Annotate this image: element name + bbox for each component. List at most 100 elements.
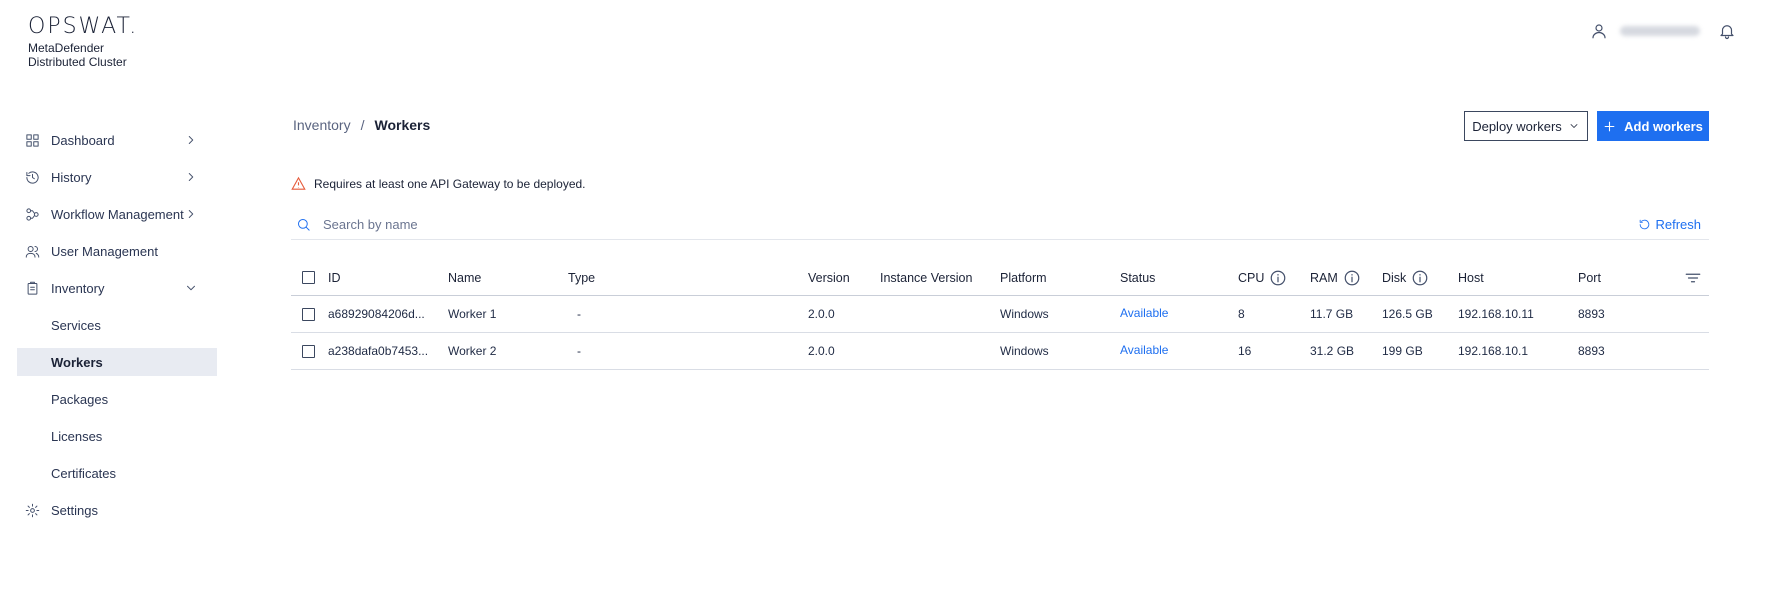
deploy-workers-label: Deploy workers	[1472, 118, 1562, 134]
breadcrumb-current: Workers	[374, 117, 431, 133]
sidebar-item-label: Inventory	[51, 280, 105, 296]
refresh-label: Refresh	[1655, 217, 1701, 232]
row-checkbox[interactable]	[302, 307, 315, 321]
breadcrumb-separator: /	[360, 117, 365, 133]
cell-version: 2.0.0	[808, 307, 835, 321]
row-select-cell	[302, 333, 315, 369]
column-header-ram-label: RAM	[1310, 270, 1338, 285]
column-header-port[interactable]: Port	[1578, 260, 1601, 295]
cell-type: -	[577, 307, 581, 321]
info-icon[interactable]	[1269, 269, 1287, 287]
breadcrumb-inventory[interactable]: Inventory	[293, 117, 351, 133]
sidebar-subitem-workers[interactable]: Workers	[17, 348, 217, 376]
sidebar-item-user-management[interactable]: User Management	[17, 237, 217, 265]
cell-port: 8893	[1578, 307, 1605, 321]
cell-ram: 31.2 GB	[1310, 344, 1355, 358]
cell-disk: 199 GB	[1382, 344, 1423, 358]
cell-id: a238dafa0b7453...	[328, 344, 429, 358]
column-header-platform[interactable]: Platform	[1000, 260, 1047, 295]
sidebar-item-dashboard[interactable]: Dashboard	[17, 126, 217, 154]
table-row[interactable]: a68929084206d... Worker 1 - 2.0.0 Window…	[291, 296, 1709, 333]
bell-icon	[1720, 25, 1734, 40]
table-header-row: ID Name Type Version Instance Version Pl…	[291, 260, 1709, 296]
cell-version: 2.0.0	[808, 344, 835, 358]
sidebar: Dashboard History Workflow Management Us…	[17, 126, 217, 533]
column-header-host[interactable]: Host	[1458, 260, 1484, 295]
sidebar-item-label: User Management	[51, 243, 158, 259]
cell-platform: Windows	[1000, 344, 1049, 358]
warning-banner: Requires at least one API Gateway to be …	[291, 176, 586, 191]
column-header-cpu[interactable]: CPU	[1238, 260, 1287, 295]
user-name-redacted	[1620, 26, 1700, 36]
column-header-instance-version[interactable]: Instance Version	[880, 260, 972, 295]
add-workers-label: Add workers	[1624, 118, 1703, 134]
column-header-disk-label: Disk	[1382, 270, 1407, 285]
sidebar-item-label: Workflow Management	[51, 206, 184, 222]
sidebar-item-workflow-management[interactable]: Workflow Management	[17, 200, 217, 228]
user-menu[interactable]	[1590, 22, 1700, 40]
column-filter-button[interactable]	[1684, 260, 1702, 295]
search-icon	[298, 219, 310, 231]
sidebar-subitem-certificates[interactable]: Certificates	[17, 459, 217, 487]
search-input[interactable]	[323, 217, 723, 232]
add-workers-button[interactable]: Add workers	[1597, 111, 1709, 141]
history-icon	[26, 170, 39, 184]
users-icon	[25, 245, 40, 258]
cell-cpu: 8	[1238, 307, 1245, 321]
cell-disk: 126.5 GB	[1382, 307, 1433, 321]
cell-cpu: 16	[1238, 344, 1252, 358]
column-header-name[interactable]: Name	[448, 260, 481, 295]
info-icon[interactable]	[1411, 269, 1429, 287]
info-icon[interactable]	[1343, 269, 1361, 287]
chevron-down-icon	[187, 285, 195, 291]
sidebar-item-inventory[interactable]: Inventory	[17, 274, 217, 302]
column-header-version[interactable]: Version	[808, 260, 850, 295]
row-checkbox[interactable]	[302, 344, 315, 358]
column-header-ram[interactable]: RAM	[1310, 260, 1361, 295]
sidebar-item-settings[interactable]: Settings	[17, 496, 217, 524]
sidebar-subitem-licenses[interactable]: Licenses	[17, 422, 217, 450]
warning-text: Requires at least one API Gateway to be …	[314, 176, 586, 191]
cell-platform: Windows	[1000, 307, 1049, 321]
table-row[interactable]: a238dafa0b7453... Worker 2 - 2.0.0 Windo…	[291, 333, 1709, 370]
column-header-type[interactable]: Type	[568, 260, 595, 295]
cell-id: a68929084206d...	[328, 307, 425, 321]
column-header-id[interactable]: ID	[328, 260, 341, 295]
plus-icon	[1604, 121, 1615, 131]
refresh-button[interactable]: Refresh	[1638, 217, 1701, 232]
cell-port: 8893	[1578, 344, 1605, 358]
sidebar-item-label: Settings	[51, 502, 98, 518]
column-header-status[interactable]: Status	[1120, 260, 1155, 295]
cell-status[interactable]: Available	[1120, 333, 1168, 369]
filter-icon	[1685, 273, 1701, 282]
workers-table: ID Name Type Version Instance Version Pl…	[291, 260, 1709, 370]
deploy-workers-button[interactable]: Deploy workers	[1464, 111, 1588, 141]
cell-host: 192.168.10.11	[1458, 307, 1534, 321]
product-name-line1: MetaDefender	[28, 41, 105, 55]
workflow-icon	[26, 207, 39, 221]
cell-name: Worker 1	[448, 307, 497, 321]
product-name-line2: Distributed Cluster	[28, 55, 127, 69]
sidebar-subitem-services[interactable]: Services	[17, 311, 217, 339]
chevron-right-icon	[188, 210, 194, 218]
sidebar-item-history[interactable]: History	[17, 163, 217, 191]
select-all-cell	[302, 260, 315, 295]
column-header-disk[interactable]: Disk	[1382, 260, 1429, 295]
chevron-right-icon	[188, 173, 194, 181]
cell-status[interactable]: Available	[1120, 296, 1168, 332]
chevron-down-icon	[1570, 124, 1578, 128]
grid-icon	[26, 133, 39, 147]
sidebar-subitem-packages[interactable]: Packages	[17, 385, 217, 413]
refresh-icon	[1640, 219, 1650, 230]
notifications-button[interactable]	[1718, 22, 1736, 45]
gear-icon	[25, 503, 40, 517]
select-all-checkbox[interactable]	[302, 271, 315, 284]
logo-wordmark: OPSWAT.	[28, 14, 139, 39]
cell-host: 192.168.10.1	[1458, 344, 1529, 358]
row-select-cell	[302, 296, 315, 332]
chevron-right-icon	[188, 136, 194, 144]
cell-name: Worker 2	[448, 344, 497, 358]
search-bar: Refresh	[291, 210, 1709, 240]
brand-logo[interactable]: OPSWAT. MetaDefender Distributed Cluster	[28, 14, 138, 69]
user-icon	[1592, 24, 1606, 39]
